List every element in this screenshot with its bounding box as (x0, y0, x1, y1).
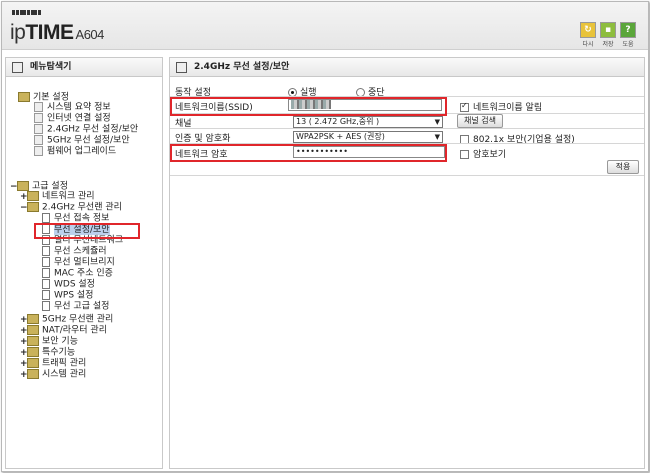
brand-logo: ipTIME A604 (10, 21, 104, 44)
page-icon (42, 301, 50, 311)
page-icon (34, 146, 43, 156)
highlight-box-password (170, 144, 447, 162)
tree-item-multibridge[interactable]: 무선 멀티브리지 (42, 257, 115, 268)
tree-network-management[interactable]: + 네트워크 관리 (20, 191, 95, 202)
folder-icon (27, 202, 39, 212)
highlight-box-menu (34, 223, 140, 239)
tree-traffic[interactable]: + 트래픽 관리 (20, 358, 86, 369)
tree-24ghz-management[interactable]: −2.4GHz 무선랜 관리 (20, 202, 122, 213)
highlight-box-ssid (170, 97, 447, 116)
channel-search-button[interactable]: 채널 검색 (457, 114, 503, 128)
page-icon (42, 268, 50, 278)
apply-button[interactable]: 적용 (607, 160, 639, 174)
channel-select[interactable]: 13 ( 2.472 GHz,중위 ) ▼ (293, 116, 443, 128)
tree-item-5ghz-wifi[interactable]: 5GHz 무선 설정/보안 (34, 135, 130, 146)
page-icon (34, 113, 43, 123)
tree-advanced-settings[interactable]: − 고급 설정 (10, 181, 68, 192)
folder-icon (27, 358, 39, 368)
page-icon (42, 257, 50, 267)
checkbox-icon (460, 150, 469, 159)
magnifier-icon (12, 62, 23, 73)
page-icon (42, 279, 50, 289)
save-icon: ▪ (600, 22, 616, 38)
tree-item-firmware[interactable]: 펌웨어 업그레이드 (34, 146, 116, 157)
menu-explorer-title: 메뉴탐색기 (6, 58, 162, 77)
tree-security[interactable]: + 보안 기능 (20, 336, 78, 347)
folder-icon (27, 336, 39, 346)
chevron-down-icon: ▼ (434, 118, 440, 126)
menu-explorer-panel: 메뉴탐색기 기본 설정 시스템 요약 정보 인터넷 연결 설정 2.4GHz 무… (5, 57, 163, 469)
page-icon (42, 246, 50, 256)
tree-item-wds[interactable]: WDS 설정 (42, 279, 95, 290)
wireless-settings-panel: 2.4GHz 무선 설정/보안 동작 설정 실행 중단 네트워크이름(SSID)… (169, 57, 645, 469)
ssid-broadcast-checkbox[interactable]: 네트워크이름 알림 (460, 100, 542, 113)
tree-nat-router[interactable]: + NAT/라우터 관리 (20, 325, 107, 336)
router-admin-window: ipTIME A604 ↻ 다시 ▪ 저장 ? 도움 메뉴탐색기 기본 설정 시스… (1, 1, 649, 472)
tree-item-wireless-scheduler[interactable]: 무선 스케쥴러 (42, 246, 107, 257)
save-button[interactable]: ▪ 저장 (600, 22, 616, 48)
folder-icon (27, 325, 39, 335)
tree-item-wireless-access-info[interactable]: 무선 접속 정보 (42, 213, 109, 224)
folder-icon (27, 369, 39, 379)
folder-icon (17, 181, 29, 191)
folder-icon (27, 191, 39, 201)
checkbox-icon (460, 101, 469, 112)
header-bar: ipTIME A604 ↻ 다시 ▪ 저장 ? 도움 (2, 2, 648, 50)
page-icon (34, 102, 43, 112)
help-icon: ? (620, 22, 636, 38)
folder-icon (18, 92, 30, 102)
tree-item-24ghz-wifi[interactable]: 2.4GHz 무선 설정/보안 (34, 124, 138, 135)
tree-item-wps[interactable]: WPS 설정 (42, 290, 93, 301)
help-button[interactable]: ? 도움 (620, 22, 636, 48)
refresh-button[interactable]: ↻ 다시 (580, 22, 596, 48)
panel-title: 2.4GHz 무선 설정/보안 (170, 58, 644, 77)
auth-select[interactable]: WPA2PSK + AES (권장) ▼ (293, 131, 443, 143)
page-icon (34, 124, 43, 134)
folder-icon (27, 314, 39, 324)
chevron-down-icon: ▼ (434, 133, 440, 141)
tree-item-mac-auth[interactable]: MAC 주소 인증 (42, 268, 113, 279)
tree-basic-settings[interactable]: 기본 설정 (18, 92, 69, 103)
folder-icon (27, 347, 39, 357)
refresh-icon: ↻ (580, 22, 596, 38)
page-icon (42, 290, 50, 300)
page-icon (34, 135, 43, 145)
tree-special[interactable]: + 특수기능 (20, 347, 75, 358)
tree-5ghz-management[interactable]: +5GHz 무선랜 관리 (20, 314, 113, 325)
tree-system[interactable]: + 시스템 관리 (20, 369, 86, 380)
show-password-checkbox[interactable]: 암호보기 (460, 147, 506, 160)
tree-item-advanced-wireless[interactable]: 무선 고급 설정 (42, 301, 109, 312)
page-icon (42, 213, 50, 223)
tree-item-internet-setup[interactable]: 인터넷 연결 설정 (34, 113, 111, 124)
window-icon (176, 62, 187, 73)
logo-mark (12, 10, 41, 15)
tree-item-system-summary[interactable]: 시스템 요약 정보 (34, 102, 111, 113)
